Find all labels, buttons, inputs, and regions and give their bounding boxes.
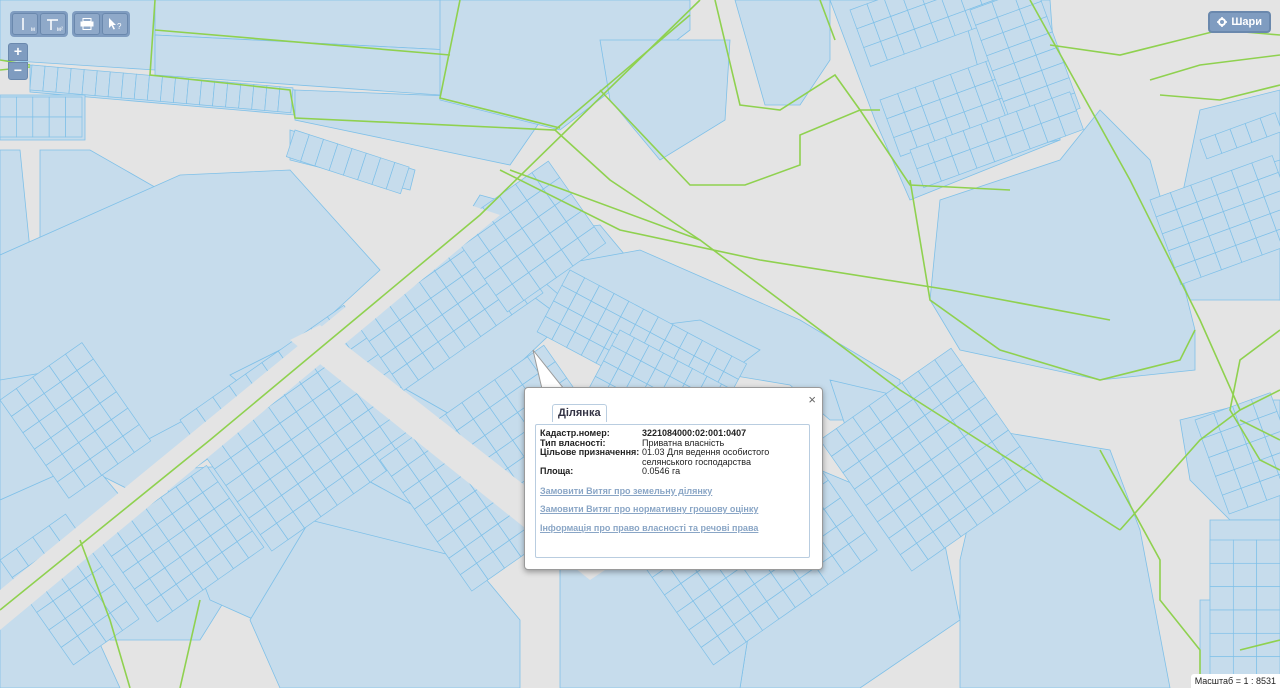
subparcel — [199, 79, 216, 107]
map-scale: Масштаб = 1 : 8531 — [1190, 674, 1280, 688]
subparcel — [0, 116, 17, 138]
subparcel — [32, 96, 50, 118]
print-button[interactable] — [74, 13, 100, 35]
field-value: 01.03 Для ведення особистого селянського… — [642, 447, 770, 467]
measure-area-button[interactable]: м² — [40, 13, 66, 35]
subparcel — [1232, 609, 1258, 634]
layers-button[interactable]: Шари — [1208, 11, 1271, 33]
subparcel — [1256, 562, 1280, 588]
subparcel — [212, 80, 229, 108]
subparcel — [1232, 562, 1258, 588]
subparcel — [16, 116, 34, 138]
subparcel — [94, 70, 111, 98]
subparcel — [48, 96, 66, 118]
subparcel — [1209, 632, 1234, 658]
subparcel — [65, 96, 83, 118]
field-label: Цільове призначення: — [540, 447, 640, 457]
tools-group: ? — [72, 11, 130, 37]
layers-label: Шари — [1231, 16, 1262, 28]
identify-button[interactable]: ? — [102, 13, 128, 35]
measure-length-button[interactable]: м — [12, 13, 38, 35]
measure-group: м м² — [10, 11, 68, 37]
subparcel — [68, 68, 85, 95]
popup-pointer — [532, 349, 568, 391]
measure-area-unit: м² — [56, 27, 63, 33]
subparcel — [1232, 586, 1258, 611]
tab-parcel[interactable]: Ділянка — [552, 404, 607, 422]
subparcel — [146, 74, 163, 102]
ownership-info-link[interactable]: Інформація про право власності та речові… — [540, 523, 805, 534]
order-parcel-extract-link[interactable]: Замовити Витяг про земельну ділянку — [540, 486, 805, 497]
close-icon[interactable]: × — [808, 392, 816, 407]
subparcel — [42, 65, 59, 93]
subparcel — [238, 82, 255, 110]
subparcel — [251, 84, 268, 111]
ruler-line-icon — [22, 18, 24, 30]
subparcel — [16, 96, 34, 118]
field-value: 0.0546 га — [642, 466, 681, 476]
subparcel — [225, 81, 242, 109]
cadastral-map[interactable] — [0, 0, 1280, 688]
subparcel — [1232, 632, 1258, 658]
subparcel — [107, 71, 124, 99]
parcel-info-popup: × Ділянка Кадастр.номер: 3221084000:02:0… — [524, 387, 823, 570]
subparcel — [1256, 539, 1280, 564]
subparcel — [1209, 562, 1234, 588]
subparcel — [1256, 586, 1280, 611]
subparcel — [133, 73, 150, 101]
zoom-control: + − — [8, 43, 28, 80]
field-area: Площа: 0.0546 га — [540, 466, 805, 477]
subparcel — [1256, 609, 1280, 634]
subparcel — [81, 69, 98, 96]
order-valuation-extract-link[interactable]: Замовити Витяг про нормативну грошову оц… — [540, 504, 805, 515]
subparcel — [120, 72, 137, 100]
field-purpose: Цільове призначення: 01.03 Для ведення о… — [540, 447, 805, 467]
subparcel — [1232, 539, 1258, 564]
subparcel — [65, 116, 83, 138]
svg-text:?: ? — [117, 22, 122, 31]
subparcel — [48, 116, 66, 138]
subparcel — [186, 78, 203, 106]
zoom-in-button[interactable]: + — [8, 43, 28, 61]
field-label: Площа: — [540, 466, 574, 476]
parcel-grid — [0, 96, 83, 138]
subparcel — [0, 96, 17, 118]
subparcel — [29, 64, 46, 92]
subparcel — [1209, 609, 1234, 634]
subparcel — [1209, 539, 1234, 564]
gear-icon — [1217, 17, 1228, 27]
map-toolbar: м м² ? — [10, 11, 130, 37]
pointer-query-icon: ? — [109, 18, 122, 31]
measure-length-unit: м — [30, 27, 35, 33]
subparcel — [1209, 586, 1234, 611]
parcel-grid — [1209, 539, 1280, 681]
subparcel — [159, 76, 176, 103]
printer-icon — [80, 18, 94, 30]
subparcel — [55, 66, 72, 94]
subparcel — [172, 77, 189, 104]
subparcel — [32, 116, 50, 138]
parcel-info-body: Кадастр.номер: 3221084000:02:001:0407 Ти… — [535, 424, 810, 558]
zoom-out-button[interactable]: − — [8, 62, 28, 80]
